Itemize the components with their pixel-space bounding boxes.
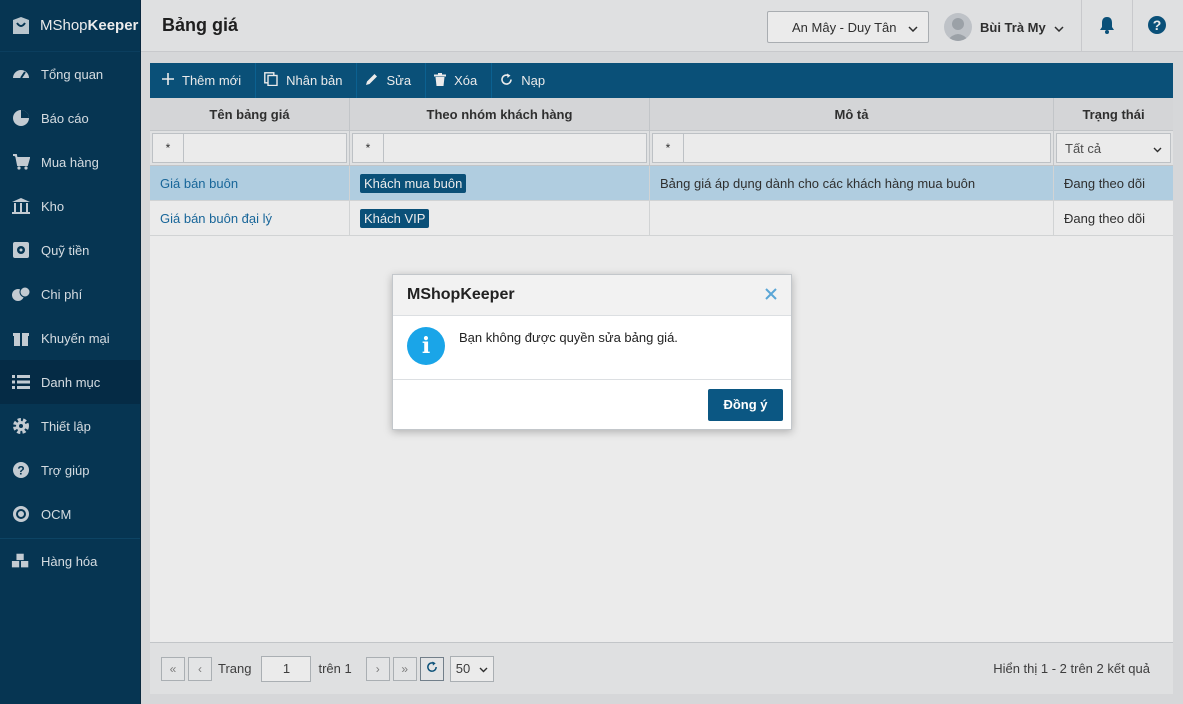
dialog-title: MShopKeeper bbox=[407, 286, 515, 303]
dialog-body: i Bạn không được quyền sửa bảng giá. bbox=[393, 316, 791, 380]
close-icon[interactable] bbox=[765, 287, 777, 303]
dialog-message: Bạn không được quyền sửa bảng giá. bbox=[459, 330, 678, 345]
alert-dialog: MShopKeeper i Bạn không được quyền sửa b… bbox=[392, 274, 792, 430]
dialog-header: MShopKeeper bbox=[393, 275, 791, 316]
dialog-footer: Đồng ý bbox=[393, 380, 791, 429]
info-icon: i bbox=[407, 327, 445, 365]
ok-button[interactable]: Đồng ý bbox=[708, 388, 783, 421]
